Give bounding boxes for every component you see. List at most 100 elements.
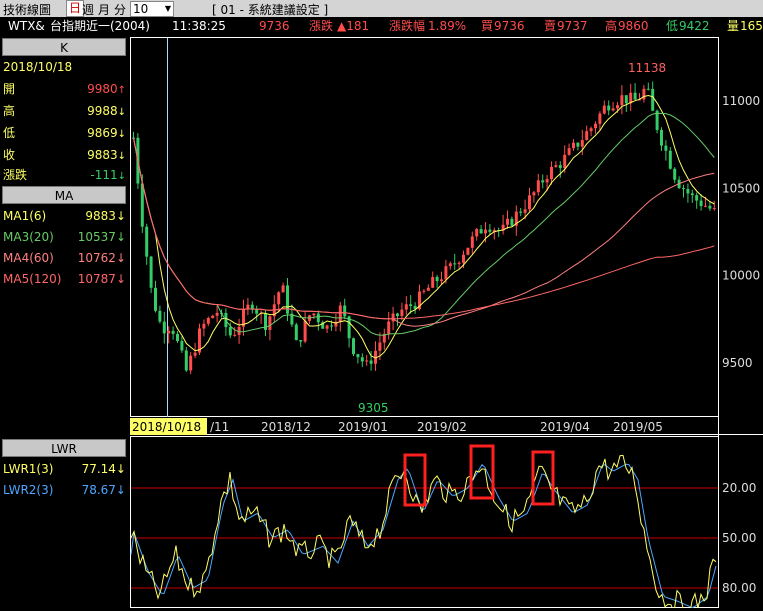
- candle-body: [162, 321, 166, 334]
- candle-body: [664, 145, 668, 151]
- arrow-down-icon: ↓: [117, 151, 126, 162]
- ma-item-value: 10787↓: [77, 272, 126, 286]
- arrow-down-icon: ↓: [117, 129, 126, 140]
- ask-value: 9737: [557, 19, 588, 33]
- quote-bar: WTX& 台指期近一(2004) 11:38:25 9736 漲跌 ▲181 漲…: [0, 18, 763, 36]
- price-tick-label: 10000: [722, 269, 760, 283]
- low-value: 9422: [679, 19, 710, 33]
- candle-body: [211, 315, 215, 319]
- open-value-text: 9980: [87, 82, 118, 96]
- candle-body: [620, 95, 624, 106]
- candle-body: [440, 279, 443, 282]
- candle-body: [470, 236, 474, 248]
- lwr-item-value: 77.14↓: [81, 462, 126, 476]
- candle-body: [180, 341, 184, 351]
- candle-body: [589, 128, 593, 132]
- candle-body: [154, 287, 157, 311]
- time-axis-labels: /11 2018/12 2019/01 2019/02 2019/04 2019/05: [210, 420, 663, 434]
- template-selector[interactable]: [ 01 - 系統建議設定 ]: [212, 1, 328, 18]
- candle-body: [149, 256, 153, 288]
- candle-body: [281, 285, 285, 293]
- candle-body: [391, 313, 395, 322]
- candle-body: [506, 218, 509, 225]
- lwr-item-label: LWR1(3): [3, 462, 54, 476]
- pct-label: 漲跌幅: [389, 19, 426, 33]
- lwr-tick-label: 80.00: [722, 581, 756, 595]
- lwr-item-label: LWR2(3): [3, 483, 54, 497]
- period-week-button[interactable]: 週: [82, 1, 94, 18]
- candle-body: [712, 208, 716, 210]
- time-tick-label: /11: [210, 420, 229, 434]
- ma-section-header[interactable]: MA: [2, 186, 126, 204]
- candle-body: [580, 140, 584, 147]
- candle-body: [651, 88, 655, 111]
- candle-body: [158, 310, 162, 322]
- highlight-box: [531, 450, 555, 506]
- candle-body: [189, 355, 193, 371]
- chg-label: 漲跌: [3, 168, 28, 182]
- candle-body: [528, 195, 531, 210]
- candle-body: [422, 290, 426, 292]
- chart-area[interactable]: 11000 10500 10000 9500 /11 2018/12 2019/01 201…: [130, 37, 763, 611]
- app-title: 技術線圖: [3, 3, 52, 17]
- candle-body: [704, 205, 707, 207]
- candle-body: [255, 309, 259, 314]
- candle-body: [312, 313, 316, 316]
- candle-body: [510, 218, 514, 226]
- candle-body: [488, 229, 492, 232]
- arrow-down-icon: ↓: [117, 171, 126, 182]
- candle-body: [325, 325, 329, 329]
- candle-body: [171, 330, 175, 334]
- price-tick-label: 11000: [722, 94, 760, 108]
- candle-body: [228, 327, 232, 336]
- open-value: 9980↑: [87, 81, 126, 99]
- candle-body: [369, 360, 373, 364]
- lwr-section-header[interactable]: LWR: [2, 439, 126, 457]
- candle-body: [233, 334, 237, 336]
- arrow-down-icon: ↓: [117, 107, 126, 118]
- candle-body: [400, 309, 404, 317]
- high-label-k: 高: [3, 104, 16, 118]
- candle-body: [554, 165, 558, 167]
- candle-body: [484, 229, 487, 234]
- menu-bar: 技術線圖 日 週 月 分 10 ▼ [ 01 - 系統建議設定 ]: [0, 0, 763, 17]
- candle-body: [330, 325, 333, 327]
- candle-body: [176, 333, 179, 342]
- contract-name: 台指期近一(2004): [50, 19, 150, 33]
- time-tick-label: 2019/01: [338, 420, 388, 434]
- candle-body: [668, 150, 672, 169]
- candle-body: [268, 316, 272, 330]
- arrow-up-icon: ↑: [117, 85, 126, 96]
- quote-time: 11:38:25: [172, 19, 226, 33]
- low-value-text: 9869: [87, 126, 118, 140]
- left-info-panel: K 2018/10/18 開 9980↑ 高 9988↓ 低 9869↓ 收 9…: [0, 37, 130, 608]
- candle-body: [435, 276, 439, 282]
- close-label: 收: [3, 148, 16, 162]
- candle-body: [585, 131, 589, 141]
- candle-body: [519, 211, 523, 213]
- high-value-k: 9988↓: [87, 103, 126, 121]
- period-month-button[interactable]: 月: [98, 1, 110, 18]
- candle-body: [576, 142, 580, 147]
- k-section-header[interactable]: K: [2, 38, 126, 56]
- candle-body: [686, 188, 690, 194]
- candle-body: [690, 193, 694, 196]
- candle-body: [607, 105, 611, 111]
- candle-body: [541, 180, 545, 183]
- time-tick-label: 2018/12: [261, 420, 311, 434]
- ma-item-label: MA3(20): [3, 230, 54, 244]
- candle-body: [365, 360, 369, 362]
- k-date: 2018/10/18: [3, 60, 73, 74]
- candle-body: [338, 305, 342, 322]
- chg-value-text: -111: [90, 168, 118, 182]
- period-minute-button[interactable]: 分: [114, 1, 126, 18]
- minute-select[interactable]: 10 ▼: [130, 1, 174, 17]
- time-tick-label: 2019/04: [540, 420, 590, 434]
- chart-canvas[interactable]: 11000 10500 10000 9500 /11 2018/12 2019/01 201…: [130, 37, 763, 611]
- volume-label: 量: [727, 19, 740, 33]
- low-value-k: 9869↓: [87, 125, 126, 143]
- candle-body: [387, 321, 391, 334]
- lwr-tick-label: 50.00: [722, 531, 756, 545]
- symbol: WTX&: [8, 19, 45, 33]
- candle-body: [611, 108, 615, 111]
